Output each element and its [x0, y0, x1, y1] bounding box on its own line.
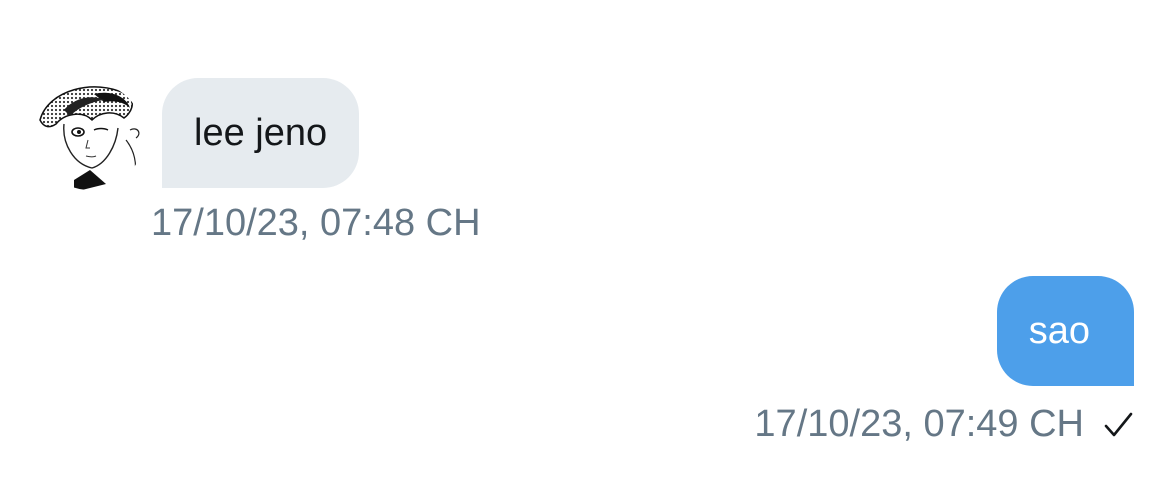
received-message-bubble[interactable]: lee jeno — [162, 78, 360, 188]
sent-message-bubble[interactable]: sao — [996, 276, 1134, 386]
check-icon — [1102, 409, 1134, 441]
sent-message-text: sao — [1028, 310, 1090, 352]
received-message-text: lee jeno — [194, 112, 328, 154]
received-message-timestamp: 17/10/23, 07:48 CH — [151, 202, 481, 244]
avatar-image — [36, 82, 144, 190]
sent-message-meta: 17/10/23, 07:49 CH — [754, 403, 1134, 446]
avatar[interactable] — [34, 80, 146, 192]
sent-message-timestamp: 17/10/23, 07:49 CH — [754, 403, 1084, 445]
